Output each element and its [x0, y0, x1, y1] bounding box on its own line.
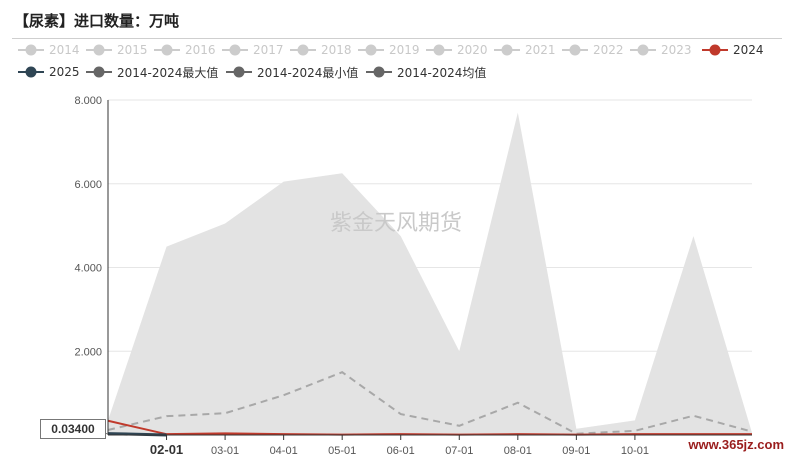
chart-canvas: 2.000 4.000 6.000 8.000 紫金天风期货 02-01 03-01 04-0… — [74, 95, 753, 457]
x-tick-label: 02-01 — [150, 442, 183, 457]
series-max-min-band — [108, 112, 752, 435]
site-watermark: www.365jz.com — [688, 437, 784, 452]
y-tick-label: 8.000 — [74, 95, 102, 107]
x-tick-label: 05-01 — [328, 445, 356, 457]
y-tick-label: 4.000 — [74, 263, 102, 275]
x-tick-label: 07-01 — [445, 445, 473, 457]
x-tick-label: 09-01 — [562, 445, 590, 457]
x-tick-label: 03-01 — [211, 445, 239, 457]
x-tick-label: 04-01 — [270, 445, 298, 457]
y-tick-label: 2.000 — [74, 346, 102, 358]
watermark-text: 紫金天风期货 — [330, 211, 462, 236]
y-axis-pointer-value: 0.03400 — [40, 419, 106, 439]
y-tick-label: 6.000 — [74, 179, 102, 191]
x-tick-label: 10-01 — [621, 445, 649, 457]
x-tick-label: 06-01 — [387, 445, 415, 457]
x-tick-label: 08-01 — [504, 445, 532, 457]
